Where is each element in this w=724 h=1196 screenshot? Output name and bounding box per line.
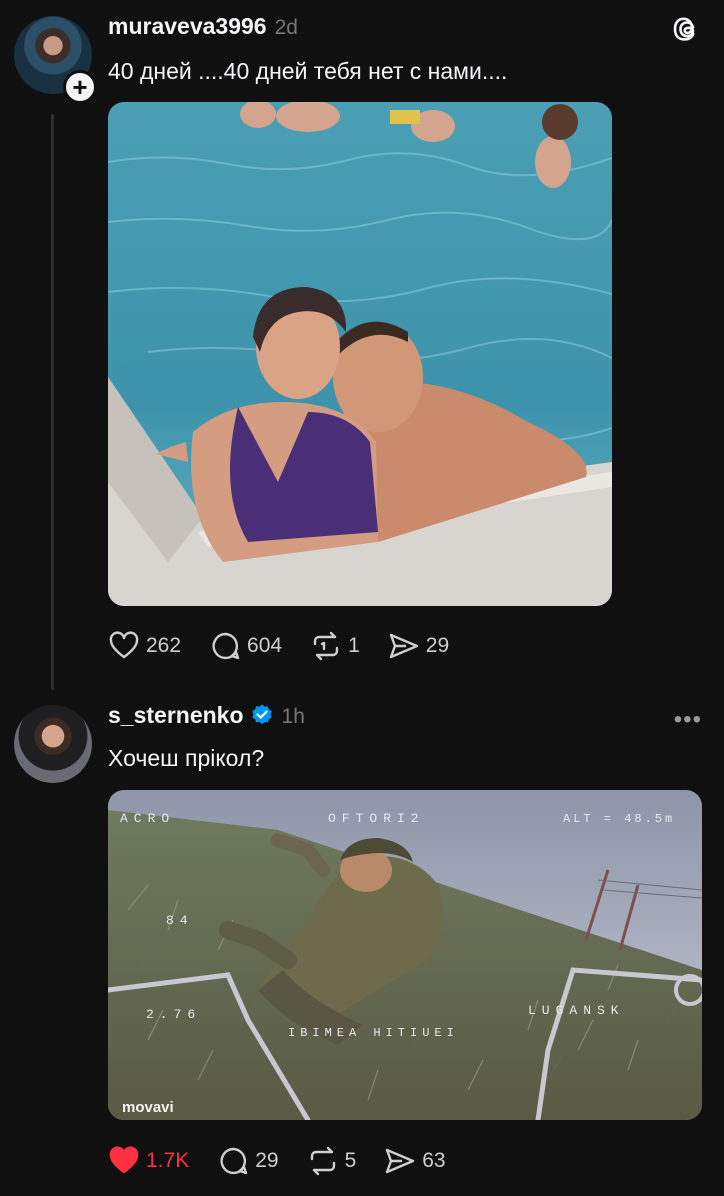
repost-icon xyxy=(313,631,339,661)
username-text[interactable]: muraveva3996 xyxy=(108,13,267,39)
post-caption: Хочеш прікол? xyxy=(108,745,265,771)
osd-location: LUGANSK xyxy=(528,1003,625,1018)
heart-filled-icon xyxy=(109,1146,139,1174)
osd-alt: ALT = 48.5m xyxy=(563,812,675,826)
comment-button[interactable]: 29 xyxy=(217,1145,279,1177)
comment-count: 29 xyxy=(255,1149,279,1172)
fpv-video-frame: ACRO OFTORI2 ALT = 48.5m 84 2.76 IBIMEA … xyxy=(108,790,702,1120)
post-video[interactable]: ACRO OFTORI2 ALT = 48.5m 84 2.76 IBIMEA … xyxy=(108,790,702,1120)
comment-icon xyxy=(220,1147,248,1175)
thread-line xyxy=(51,114,54,690)
share-count: 29 xyxy=(425,634,450,657)
heart-icon xyxy=(109,631,139,659)
username-text[interactable]: s_sternenko xyxy=(108,702,244,728)
movavi-watermark: movavi xyxy=(122,1099,174,1116)
repost-button[interactable]: 1 xyxy=(310,630,360,662)
username[interactable]: muraveva3996 2d xyxy=(108,13,298,40)
osd-left-value-2: 2.76 xyxy=(146,1007,201,1022)
post-actions: 1.7K 29 5 63 xyxy=(108,1145,474,1177)
repost-count: 5 xyxy=(344,1149,357,1172)
post-time: 2d xyxy=(274,16,298,39)
comment-icon xyxy=(212,632,240,660)
share-icon xyxy=(389,633,418,659)
comment-count: 604 xyxy=(247,634,283,657)
post-actions: 262 604 1 29 xyxy=(108,630,477,662)
repost-button[interactable]: 5 xyxy=(307,1145,357,1177)
osd-left-value: 84 xyxy=(166,913,194,928)
username[interactable]: s_sternenko 1h xyxy=(108,702,305,729)
like-count: 1.7K xyxy=(146,1149,190,1172)
post-1: + muraveva3996 2d 40 дней ....40 дней теб… xyxy=(0,0,724,700)
osd-bottom-text: IBIMEA HITIUEI xyxy=(288,1026,459,1040)
repost-icon xyxy=(310,1146,335,1176)
like-count: 262 xyxy=(146,634,182,657)
pool-photo-image xyxy=(108,102,612,606)
osd-center: OFTORI2 xyxy=(328,811,425,826)
like-button[interactable]: 262 xyxy=(108,630,181,662)
post-photo[interactable] xyxy=(108,102,612,606)
share-count: 63 xyxy=(422,1149,446,1172)
post-caption: 40 дней ....40 дней тебя нет с нами.... xyxy=(108,58,508,84)
post-2: s_sternenko 1h ••• Хочеш прікол? ACRO OF… xyxy=(0,700,724,1196)
avatar[interactable] xyxy=(14,705,92,783)
more-options-icon[interactable]: ••• xyxy=(674,706,702,734)
share-button[interactable]: 29 xyxy=(388,630,449,662)
verified-icon xyxy=(251,704,272,725)
comment-button[interactable]: 604 xyxy=(209,630,282,662)
share-button[interactable]: 63 xyxy=(384,1145,446,1177)
follow-plus-icon[interactable]: + xyxy=(63,70,97,104)
like-button[interactable]: 1.7K xyxy=(108,1145,189,1177)
share-icon xyxy=(386,1148,415,1174)
post-time: 1h xyxy=(281,705,305,728)
osd-mode: ACRO xyxy=(120,811,175,826)
repost-count: 1 xyxy=(348,634,360,657)
